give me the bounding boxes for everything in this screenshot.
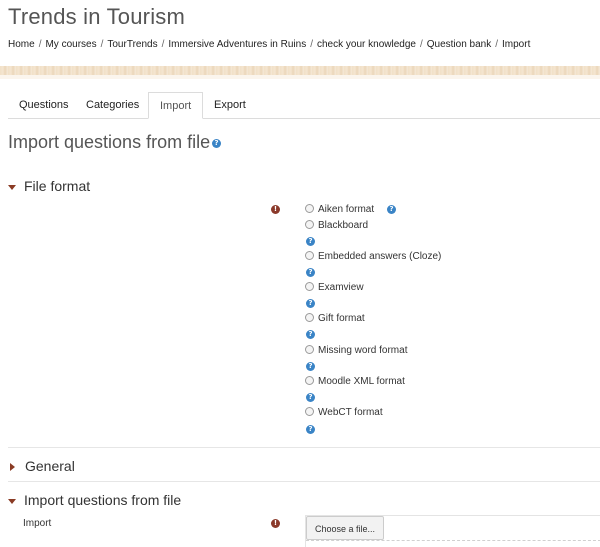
breadcrumb-separator: /	[38, 39, 42, 50]
breadcrumb-activity[interactable]: check your knowledge	[317, 39, 416, 50]
required-icon: !	[271, 519, 280, 528]
header-banner	[0, 66, 600, 79]
format-option-label: Gift format	[318, 313, 365, 324]
help-icon[interactable]: ?	[306, 425, 315, 434]
format-option-gift[interactable]: Gift format	[305, 313, 365, 324]
format-option-examview[interactable]: Examview	[305, 282, 364, 293]
help-icon[interactable]: ?	[306, 362, 315, 371]
breadcrumb: Home / My courses / TourTrends / Immersive Adv…	[8, 39, 530, 50]
breadcrumb-question-bank[interactable]: Question bank	[427, 39, 492, 50]
caret-right-icon	[10, 463, 15, 472]
format-option-blackboard[interactable]: Blackboard	[305, 220, 368, 231]
format-option-aiken[interactable]: Aiken format	[305, 204, 374, 215]
section-file-format-toggle[interactable]: File format	[8, 178, 90, 194]
breadcrumb-home[interactable]: Home	[8, 39, 35, 50]
tab-import[interactable]: Import	[148, 92, 204, 119]
caret-down-icon	[8, 498, 16, 504]
breadcrumb-separator: /	[419, 39, 423, 50]
radio-button[interactable]	[305, 345, 314, 354]
section-divider	[8, 481, 600, 482]
breadcrumb-my-courses[interactable]: My courses	[45, 39, 96, 50]
format-option-label: Aiken format	[318, 204, 375, 215]
format-option-label: Examview	[318, 282, 364, 293]
section-file-format-title: File format	[24, 178, 91, 194]
breadcrumb-separator: /	[310, 39, 313, 50]
choose-file-button[interactable]: Choose a file...	[306, 516, 385, 540]
help-icon[interactable]: ?	[306, 393, 315, 402]
radio-button[interactable]	[305, 282, 314, 291]
format-option-moodle-xml[interactable]: Moodle XML format	[305, 376, 405, 387]
section-divider	[8, 447, 600, 448]
section-import-title: Import questions from file	[24, 492, 182, 508]
caret-down-icon	[8, 184, 16, 190]
format-option-webct[interactable]: WebCT format	[305, 407, 383, 418]
breadcrumb-separator: /	[161, 39, 165, 50]
page-heading: Import questions from file?	[8, 132, 222, 153]
section-import-toggle[interactable]: Import questions from file	[8, 492, 181, 508]
format-option-label: Moodle XML format	[318, 376, 405, 387]
file-drop-area[interactable]	[306, 540, 600, 541]
help-icon[interactable]: ?	[306, 330, 315, 339]
section-general-toggle[interactable]: General	[8, 458, 75, 474]
required-icon: !	[271, 205, 280, 214]
radio-button[interactable]	[305, 251, 314, 260]
help-icon[interactable]: ?	[306, 299, 315, 308]
page-heading-text: Import questions from file	[8, 132, 211, 152]
tab-bar: Questions Categories Import Export	[8, 92, 600, 119]
file-picker: Choose a file...	[305, 515, 600, 547]
help-icon[interactable]: ?	[387, 205, 396, 214]
breadcrumb-course[interactable]: TourTrends	[107, 39, 157, 50]
help-icon[interactable]: ?	[306, 237, 315, 246]
radio-button[interactable]	[305, 313, 314, 322]
format-option-cloze[interactable]: Embedded answers (Cloze)	[305, 251, 441, 262]
site-title: Trends in Tourism	[8, 4, 186, 29]
help-icon[interactable]: ?	[306, 268, 315, 277]
radio-button[interactable]	[305, 376, 314, 385]
format-option-label: Missing word format	[318, 345, 408, 356]
import-field-label: Import	[23, 518, 52, 529]
breadcrumb-import: Import	[502, 39, 531, 50]
format-option-missing-word[interactable]: Missing word format	[305, 345, 407, 356]
tab-questions[interactable]: Questions	[8, 92, 80, 119]
breadcrumb-separator: /	[495, 39, 499, 50]
breadcrumb-section[interactable]: Immersive Adventures in Ruins	[168, 39, 306, 50]
radio-button[interactable]	[305, 204, 314, 213]
section-general-title: General	[25, 458, 75, 474]
format-option-label: Embedded answers (Cloze)	[318, 251, 442, 262]
radio-button[interactable]	[305, 220, 314, 229]
breadcrumb-separator: /	[100, 39, 104, 50]
help-icon[interactable]: ?	[212, 138, 222, 148]
tab-categories[interactable]: Categories	[75, 92, 150, 119]
format-option-label: WebCT format	[318, 407, 383, 418]
format-option-label: Blackboard	[318, 220, 369, 231]
radio-button[interactable]	[305, 407, 314, 416]
tab-export[interactable]: Export	[203, 92, 257, 119]
